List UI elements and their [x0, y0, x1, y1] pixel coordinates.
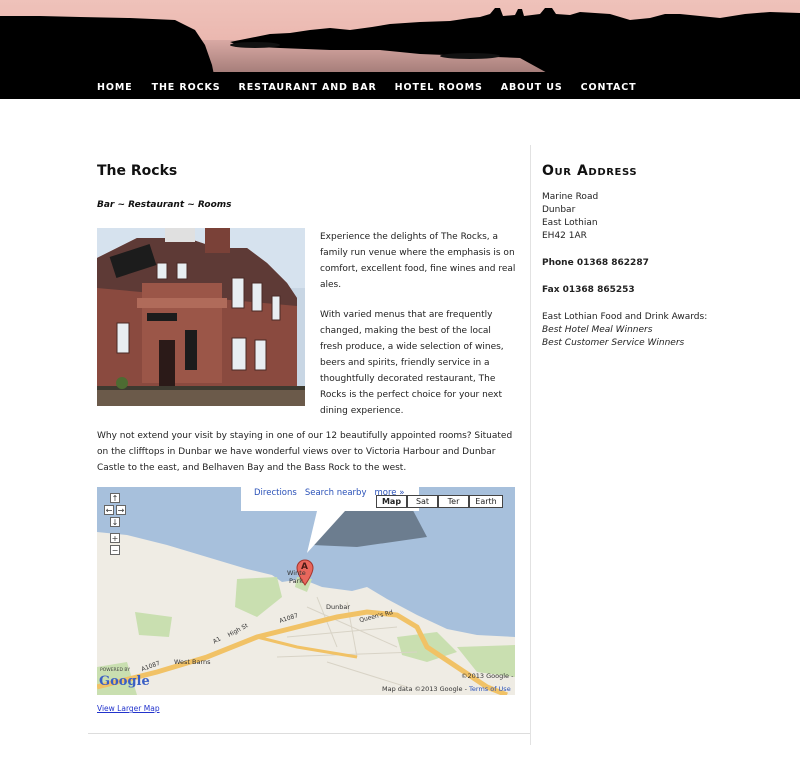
nav-home[interactable]: HOME [97, 82, 133, 96]
content-divider [88, 733, 531, 734]
nav-about-us[interactable]: ABOUT US [501, 82, 563, 96]
place-label-park: Park [289, 577, 304, 585]
powered-by-label: POWERED BY [100, 668, 131, 673]
map-attribution: Map data ©2013 Google - Terms of Use [382, 685, 511, 693]
sidebar-divider [530, 145, 531, 745]
map-type-control: Map Sat Ter Earth [376, 495, 503, 508]
map-type-terrain[interactable]: Ter [438, 495, 469, 508]
place-label-west-barns: West Barns [174, 658, 211, 666]
google-logo[interactable]: Google [99, 674, 150, 689]
place-label-winterfield: Winte [287, 569, 306, 577]
sidebar-title: Our Address [542, 163, 638, 179]
address-line: East Lothian [542, 218, 598, 228]
directions-link[interactable]: Directions [254, 488, 297, 498]
awards-label: East Lothian Food and Drink Awards: [542, 312, 708, 322]
zoom-in-button[interactable]: + [110, 533, 120, 543]
intro-text: Experience the delights of The Rocks, a … [320, 229, 516, 433]
tagline: Bar ~ Restaurant ~ Rooms [97, 200, 232, 210]
award-item: Best Hotel Meal Winners [542, 325, 653, 335]
page-title: The Rocks [97, 163, 178, 179]
place-label-dunbar: Dunbar [326, 603, 351, 611]
nav-restaurant-and-bar[interactable]: RESTAURANT AND BAR [238, 82, 376, 96]
zoom-out-button[interactable]: − [110, 545, 120, 555]
terms-of-use-link[interactable]: Terms of Use [469, 685, 511, 693]
rooms-paragraph: Why not extend your visit by staying in … [97, 431, 513, 473]
map-type-satellite[interactable]: Sat [407, 495, 438, 508]
pan-right-button[interactable]: → [116, 505, 126, 515]
pan-down-button[interactable]: ↓ [110, 517, 120, 527]
map-type-earth[interactable]: Earth [469, 495, 503, 508]
map-type-map[interactable]: Map [376, 495, 407, 508]
address-line: EH42 1AR [542, 231, 587, 241]
address-block: Marine Road Dunbar East Lothian EH42 1AR [542, 191, 772, 243]
nav-hotel-rooms[interactable]: HOTEL ROOMS [395, 82, 483, 96]
map-data-text: Map data ©2013 Google - [382, 685, 467, 693]
pan-up-button[interactable]: ↑ [110, 493, 120, 503]
fax-number: Fax 01368 865253 [542, 285, 635, 295]
address-line: Marine Road [542, 192, 599, 202]
phone-number: Phone 01368 862287 [542, 258, 649, 268]
pan-left-button[interactable]: ← [104, 505, 114, 515]
search-nearby-link[interactable]: Search nearby [305, 488, 367, 498]
view-larger-map-link[interactable]: View Larger Map [97, 704, 160, 713]
awards-block: East Lothian Food and Drink Awards: Best… [542, 311, 772, 350]
nav-the-rocks[interactable]: THE ROCKS [152, 82, 221, 96]
hotel-photo [97, 228, 305, 406]
nav-contact[interactable]: CONTACT [581, 82, 637, 96]
header-banner: HOME THE ROCKS RESTAURANT AND BAR HOTEL … [0, 0, 800, 99]
address-line: Dunbar [542, 205, 576, 215]
sidebar: Our Address Marine Road Dunbar East Loth… [542, 162, 772, 350]
intro-paragraph-1: Experience the delights of The Rocks, a … [320, 232, 516, 290]
award-item: Best Customer Service Winners [542, 338, 685, 348]
main-navigation: HOME THE ROCKS RESTAURANT AND BAR HOTEL … [97, 82, 637, 96]
map-copyright: ©2013 Google - [461, 672, 514, 680]
google-map[interactable]: Directions Search nearby more » ↑ ← → ↓ … [97, 487, 515, 695]
intro-paragraph-2: With varied menus that are frequently ch… [320, 310, 504, 416]
